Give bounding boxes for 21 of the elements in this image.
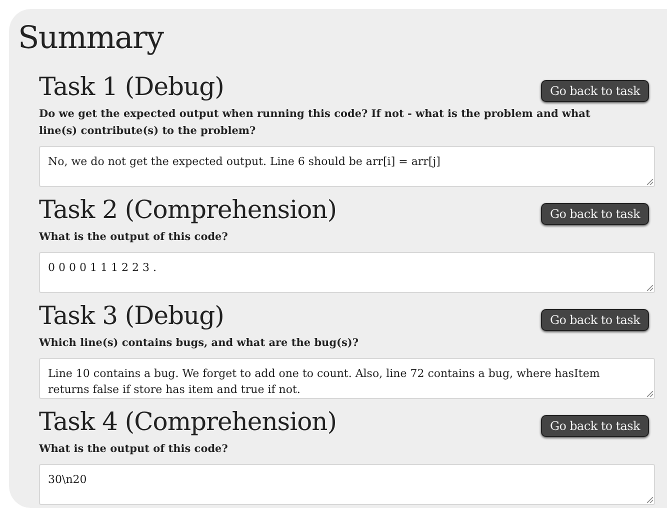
- answer-field[interactable]: 30\n20: [39, 464, 655, 505]
- answer-field[interactable]: Line 10 contains a bug. We forget to add one to count. Also, line 72 contains a bug, where hasItem returns false if store has item and true if not.: [39, 358, 655, 399]
- task-heading: Task 2 (Comprehension): [39, 195, 337, 225]
- resize-grip-icon[interactable]: [647, 179, 653, 185]
- question-text: What is the output of this code?: [39, 442, 229, 457]
- go-back-button[interactable]: Go back to task: [540, 80, 649, 102]
- answer-field[interactable]: 0 0 0 0 1 1 1 2 2 3 .: [39, 252, 655, 293]
- task-heading: Task 4 (Comprehension): [39, 407, 337, 437]
- task-heading: Task 1 (Debug): [39, 72, 224, 102]
- go-back-button[interactable]: Go back to task: [540, 309, 649, 331]
- task-heading: Task 3 (Debug): [39, 301, 224, 331]
- answer-field[interactable]: No, we do not get the expected output. Line 6 should be arr[i] = arr[j]: [39, 146, 655, 187]
- question-text: Do we get the expected output when running this code? If not - what is the problem and what line(s) contribute(s) to the problem?: [39, 107, 592, 139]
- resize-grip-icon[interactable]: [647, 391, 653, 397]
- page-title: Summary: [18, 19, 165, 57]
- go-back-button[interactable]: Go back to task: [540, 415, 649, 437]
- go-back-button[interactable]: Go back to task: [540, 203, 649, 225]
- question-text: Which line(s) contains bugs, and what are the bug(s)?: [39, 336, 360, 351]
- resize-grip-icon[interactable]: [647, 285, 653, 291]
- resize-grip-icon[interactable]: [647, 497, 653, 503]
- question-text: What is the output of this code?: [39, 230, 229, 245]
